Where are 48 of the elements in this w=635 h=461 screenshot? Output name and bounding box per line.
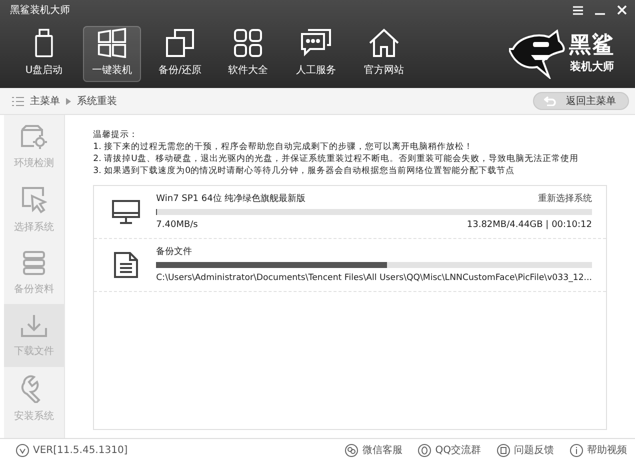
box-gear-icon	[20, 124, 48, 150]
copy-squares-icon	[165, 28, 195, 58]
toolbar-button[interactable]: 人工服务	[287, 26, 345, 82]
version-check-icon	[16, 444, 29, 456]
download-icon	[20, 314, 48, 338]
cursor-window-icon	[21, 186, 48, 214]
usb-drive-icon	[32, 28, 56, 58]
downloaded-size-and-time: 13.82MB/4.44GB | 00:10:12	[466, 219, 592, 231]
window-title: 黑鲨装机大师	[10, 4, 70, 17]
triangle-separator-icon	[66, 98, 71, 104]
document-icon	[113, 251, 140, 279]
footer-link[interactable]: 问题反馈	[514, 443, 554, 457]
grid-icon	[233, 28, 263, 58]
back-button[interactable]: 返回主菜单	[533, 92, 629, 110]
footer-link[interactable]: 微信客服	[362, 443, 402, 457]
breadcrumb-item: 系统重装	[77, 94, 117, 108]
monitor-icon	[111, 199, 142, 225]
home-icon	[368, 28, 400, 58]
breadcrumb-item[interactable]: 主菜单	[30, 94, 60, 108]
file-path: C:\Users\Administrator\Documents\Tencent Files\All Users\QQ\Misc\LNNCustomFace\PicFile\v033_12...	[156, 272, 592, 284]
download-speed: 7.40MB/s	[156, 219, 198, 231]
toolbar-button[interactable]: 软件大全	[219, 26, 277, 82]
chat-circle-icon	[345, 444, 358, 456]
shark-mascot-icon	[509, 29, 565, 79]
toolbar-button[interactable]: 一键装机	[83, 26, 141, 82]
toolbar-button[interactable]: 官方网站	[355, 26, 413, 82]
notice-title: 温馨提示：	[93, 129, 140, 141]
footer-link[interactable]: QQ交流群	[435, 443, 481, 457]
version-text: VER[11.5.45.1310]	[33, 444, 128, 456]
menu-icon[interactable]	[573, 6, 583, 14]
logo-tagline: 装机大师	[570, 58, 614, 74]
notice-line: 2. 请拔掉U盘、移动硬盘，退出光驱内的光盘，并保证系统重装过程不断电。否则重装可能会失败，导致电脑无法正常使用	[93, 153, 580, 165]
chat-bubbles-icon	[300, 28, 332, 58]
toolbar-button[interactable]: 备份/还原	[151, 26, 209, 82]
info-circle-icon	[570, 444, 583, 456]
server-stack-icon	[22, 250, 46, 276]
notice-line: 3. 如果遇到下载速度为0的情况时请耐心等待几分钟，服务器会自动根据您当前网络位置智能分配下载节点	[93, 165, 516, 177]
toolbar-button[interactable]: U盘启动	[15, 26, 73, 82]
windows-icon	[96, 28, 128, 58]
system-name: Win7 SP1 64位 纯净绿色旗舰最新版	[156, 193, 306, 205]
logo-name: 黑鲨	[569, 34, 615, 56]
list-icon	[12, 96, 24, 106]
return-arrow-icon	[544, 96, 556, 106]
close-icon[interactable]	[617, 5, 627, 15]
footer-link[interactable]: 帮助视频	[587, 443, 627, 457]
reselect-system-link[interactable]: 重新选择系统	[538, 193, 592, 205]
notice-line: 1. 接下来的过程无需您的干预，程序会帮助您自动完成剩下的步骤，您可以离开电脑稍作放松！	[93, 141, 474, 153]
file-label: 备份文件	[156, 246, 192, 258]
